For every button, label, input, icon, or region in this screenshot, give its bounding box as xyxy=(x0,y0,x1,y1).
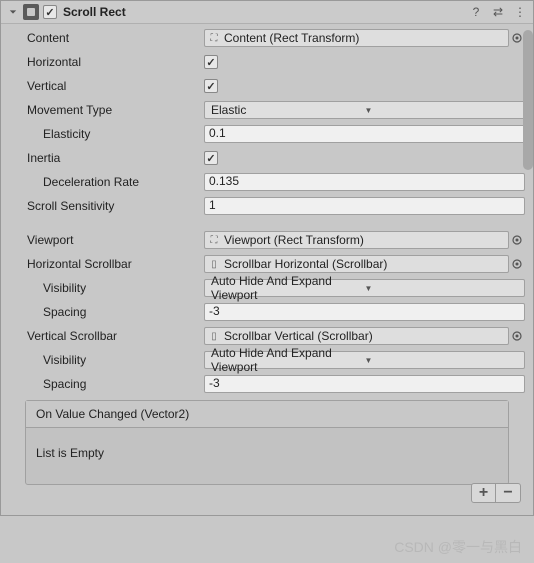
v-visibility-dropdown[interactable]: Auto Hide And Expand Viewport ▼ xyxy=(204,351,525,369)
viewport-object-field[interactable]: ⛶ Viewport (Rect Transform) xyxy=(204,231,509,249)
scrollbar-icon: ▯ xyxy=(208,258,220,270)
h-visibility-dropdown[interactable]: Auto Hide And Expand Viewport ▼ xyxy=(204,279,525,297)
scrollbar-icon: ▯ xyxy=(208,330,220,342)
foldout-toggle[interactable] xyxy=(7,6,19,18)
rect-transform-icon: ⛶ xyxy=(208,32,220,44)
component-body: Content ⛶ Content (Rect Transform) Horiz… xyxy=(1,24,533,515)
elasticity-row: Elasticity 0.1 xyxy=(9,124,525,144)
deceleration-label: Deceleration Rate xyxy=(9,175,204,189)
h-scrollbar-label: Horizontal Scrollbar xyxy=(9,257,204,271)
scroll-sensitivity-label: Scroll Sensitivity xyxy=(9,199,204,213)
horizontal-label: Horizontal xyxy=(9,55,204,69)
v-visibility-row: Visibility Auto Hide And Expand Viewport… xyxy=(9,350,525,370)
v-scrollbar-label: Vertical Scrollbar xyxy=(9,329,204,343)
event-footer: + − xyxy=(9,483,525,507)
help-icon[interactable]: ? xyxy=(469,5,483,19)
chevron-down-icon: ▼ xyxy=(365,106,519,115)
elasticity-label: Elasticity xyxy=(9,127,204,141)
movement-type-dropdown[interactable]: Elastic ▼ xyxy=(204,101,525,119)
horizontal-row: Horizontal xyxy=(9,52,525,72)
rect-transform-icon: ⛶ xyxy=(208,234,220,246)
deceleration-input[interactable]: 0.135 xyxy=(204,173,525,191)
event-box: On Value Changed (Vector2) List is Empty xyxy=(25,400,509,485)
object-picker-icon[interactable] xyxy=(509,328,525,344)
chevron-down-icon: ▼ xyxy=(365,356,519,365)
chevron-down-icon: ▼ xyxy=(365,284,519,293)
inertia-checkbox[interactable] xyxy=(204,151,218,165)
v-visibility-label: Visibility xyxy=(9,353,204,367)
h-spacing-input[interactable]: -3 xyxy=(204,303,525,321)
h-scrollbar-row: Horizontal Scrollbar ▯ Scrollbar Horizon… xyxy=(9,254,525,274)
v-spacing-label: Spacing xyxy=(9,377,204,391)
vertical-row: Vertical xyxy=(9,76,525,96)
v-spacing-input[interactable]: -3 xyxy=(204,375,525,393)
deceleration-row: Deceleration Rate 0.135 xyxy=(9,172,525,192)
inertia-label: Inertia xyxy=(9,151,204,165)
component-icon xyxy=(23,4,39,20)
movement-type-label: Movement Type xyxy=(9,103,204,117)
event-empty-text: List is Empty xyxy=(26,428,508,484)
component-enable-checkbox[interactable] xyxy=(43,5,57,19)
content-field-row: Content ⛶ Content (Rect Transform) xyxy=(9,28,525,48)
vertical-checkbox[interactable] xyxy=(204,79,218,93)
scroll-sensitivity-row: Scroll Sensitivity 1 xyxy=(9,196,525,216)
v-scrollbar-row: Vertical Scrollbar ▯ Scrollbar Vertical … xyxy=(9,326,525,346)
preset-icon[interactable]: ⇄ xyxy=(491,5,505,19)
v-scrollbar-object-field[interactable]: ▯ Scrollbar Vertical (Scrollbar) xyxy=(204,327,509,345)
h-scrollbar-object-field[interactable]: ▯ Scrollbar Horizontal (Scrollbar) xyxy=(204,255,509,273)
object-picker-icon[interactable] xyxy=(509,256,525,272)
viewport-row: Viewport ⛶ Viewport (Rect Transform) xyxy=(9,230,525,250)
horizontal-checkbox[interactable] xyxy=(204,55,218,69)
v-spacing-row: Spacing -3 xyxy=(9,374,525,394)
viewport-label: Viewport xyxy=(9,233,204,247)
event-title: On Value Changed (Vector2) xyxy=(26,401,508,428)
movement-type-row: Movement Type Elastic ▼ xyxy=(9,100,525,120)
menu-icon[interactable]: ⋮ xyxy=(513,5,527,19)
content-object-field[interactable]: ⛶ Content (Rect Transform) xyxy=(204,29,509,47)
elasticity-input[interactable]: 0.1 xyxy=(204,125,525,143)
scroll-sensitivity-input[interactable]: 1 xyxy=(204,197,525,215)
remove-event-button[interactable]: − xyxy=(496,484,520,502)
h-spacing-row: Spacing -3 xyxy=(9,302,525,322)
object-picker-icon[interactable] xyxy=(509,232,525,248)
inspector-component-panel: Scroll Rect ? ⇄ ⋮ Content ⛶ Content (Rec… xyxy=(0,0,534,516)
h-spacing-label: Spacing xyxy=(9,305,204,319)
content-label: Content xyxy=(9,31,204,45)
vertical-label: Vertical xyxy=(9,79,204,93)
h-visibility-label: Visibility xyxy=(9,281,204,295)
inertia-row: Inertia xyxy=(9,148,525,168)
component-title: Scroll Rect xyxy=(63,5,469,19)
header-icons: ? ⇄ ⋮ xyxy=(469,5,527,19)
watermark-text: CSDN @零一与黑白 xyxy=(394,537,522,557)
h-visibility-row: Visibility Auto Hide And Expand Viewport… xyxy=(9,278,525,298)
component-header[interactable]: Scroll Rect ? ⇄ ⋮ xyxy=(1,1,533,24)
inspector-scrollbar[interactable] xyxy=(523,30,533,170)
add-event-button[interactable]: + xyxy=(472,484,496,502)
